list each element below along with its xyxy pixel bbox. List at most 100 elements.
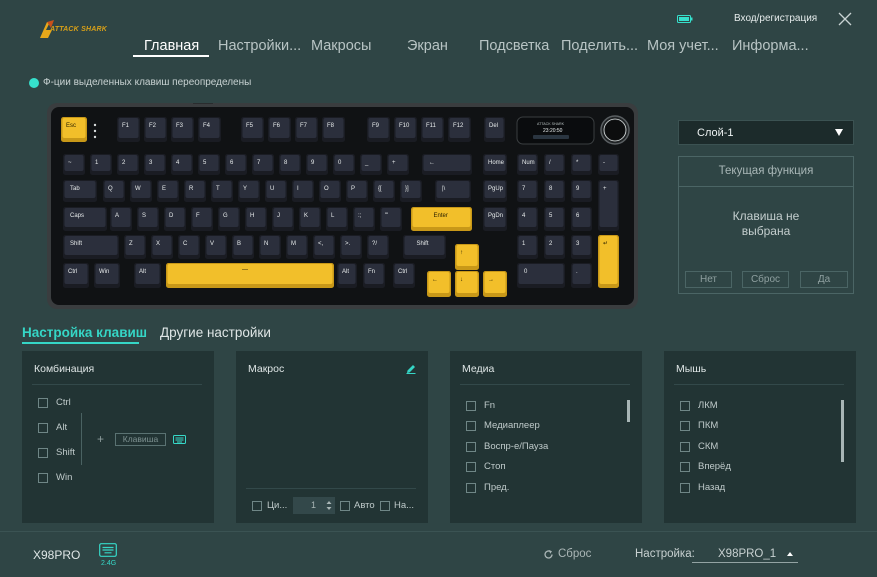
key-5-9[interactable]: → — [483, 271, 507, 297]
key-1-4[interactable]: 4 — [171, 154, 193, 175]
media-scrollbar[interactable] — [627, 400, 630, 422]
key-2-7[interactable]: U — [265, 180, 287, 202]
edit-icon[interactable] — [406, 364, 416, 374]
key-1-17[interactable]: * — [571, 154, 592, 175]
mouse-item-checkbox[interactable] — [680, 421, 690, 431]
key-5-0[interactable]: Ctrl — [63, 263, 89, 288]
key-2-9[interactable]: O — [319, 180, 341, 202]
nav-share[interactable]: Поделить... — [561, 38, 638, 54]
key-2-6[interactable]: Y — [238, 180, 260, 202]
login-button[interactable]: Вход/регистрация — [734, 13, 817, 24]
key-4-13[interactable]: 1 — [517, 235, 538, 259]
shift-checkbox[interactable] — [38, 448, 48, 458]
key-2-12[interactable]: }] — [400, 180, 422, 202]
preset-arrow-icon[interactable] — [787, 552, 793, 556]
key-2-18[interactable]: + — [598, 180, 619, 231]
key-1-13[interactable]: ← — [422, 154, 472, 175]
key-3-4[interactable]: F — [191, 207, 213, 231]
nav-account[interactable]: Моя учет... — [647, 38, 719, 54]
key-1-10[interactable]: 0 — [333, 154, 355, 175]
key-3-10[interactable]: :; — [353, 207, 375, 231]
key-4-6[interactable]: N — [259, 235, 281, 259]
mouse-item-checkbox[interactable] — [680, 442, 690, 452]
key-4-11[interactable]: Shift — [403, 235, 446, 259]
key-3-0[interactable]: Caps — [63, 207, 107, 231]
key-3-14[interactable]: 4 — [517, 207, 538, 231]
key-2-17[interactable]: 9 — [571, 180, 592, 202]
key-2-13[interactable]: |\ — [435, 180, 471, 202]
key-1-1[interactable]: 1 — [90, 154, 112, 175]
key-1-0[interactable]: ~ — [63, 154, 85, 175]
layer-select[interactable]: Слой-1 — [678, 120, 854, 145]
press-checkbox[interactable] — [380, 501, 390, 511]
key-1-6[interactable]: 6 — [225, 154, 247, 175]
key-0-6[interactable]: F6 — [268, 117, 291, 142]
key-1-15[interactable]: Num — [517, 154, 538, 175]
key-2-0[interactable]: Tab — [63, 180, 97, 202]
media-item-checkbox[interactable] — [466, 483, 476, 493]
key-5-11[interactable]: . — [571, 263, 592, 288]
key-2-3[interactable]: E — [157, 180, 179, 202]
key-5-5[interactable]: Fn — [363, 263, 385, 288]
ctrl-checkbox[interactable] — [38, 398, 48, 408]
key-5-3[interactable]: — — [166, 263, 334, 288]
cycle-checkbox[interactable] — [252, 501, 262, 511]
key-3-9[interactable]: L — [326, 207, 348, 231]
key-4-0[interactable]: Shift — [63, 235, 119, 259]
key-1-2[interactable]: 2 — [117, 154, 139, 175]
key-0-12[interactable]: F12 — [448, 117, 471, 142]
mouse-item-checkbox[interactable] — [680, 401, 690, 411]
key-4-5[interactable]: B — [232, 235, 254, 259]
mouse-item-checkbox[interactable] — [680, 462, 690, 472]
media-item-checkbox[interactable] — [466, 442, 476, 452]
key-0-13[interactable]: Del — [484, 117, 505, 142]
reset-function-button[interactable]: Сброс — [742, 271, 789, 288]
key-0-5[interactable]: F5 — [241, 117, 264, 142]
key-1-5[interactable]: 5 — [198, 154, 220, 175]
nav-screen[interactable]: Экран — [407, 38, 448, 54]
key-3-7[interactable]: J — [272, 207, 294, 231]
media-item-checkbox[interactable] — [466, 421, 476, 431]
key-5-10[interactable]: 0 — [517, 263, 565, 288]
key-5-6[interactable]: Ctrl — [393, 263, 415, 288]
key-0-2[interactable]: F2 — [144, 117, 167, 142]
key-3-5[interactable]: G — [218, 207, 240, 231]
tab-other-settings[interactable]: Другие настройки — [160, 325, 271, 340]
nav-lighting[interactable]: Подсветка — [479, 38, 549, 54]
keyboard-icon[interactable] — [173, 435, 186, 444]
key-4-14[interactable]: 2 — [544, 235, 565, 259]
key-0-3[interactable]: F3 — [171, 117, 194, 142]
key-2-11[interactable]: {[ — [373, 180, 395, 202]
key-3-6[interactable]: H — [245, 207, 267, 231]
key-3-2[interactable]: S — [137, 207, 159, 231]
key-5-1[interactable]: Win — [94, 263, 120, 288]
key-1-16[interactable]: / — [544, 154, 565, 175]
key-3-13[interactable]: PgDn — [483, 207, 507, 231]
mouse-item-checkbox[interactable] — [680, 483, 690, 493]
key-3-12[interactable]: Enter — [411, 207, 472, 231]
key-1-14[interactable]: Home — [483, 154, 507, 175]
key-0-11[interactable]: F11 — [421, 117, 444, 142]
key-3-1[interactable]: A — [110, 207, 132, 231]
key-0-7[interactable]: F7 — [295, 117, 318, 142]
key-2-10[interactable]: P — [346, 180, 368, 202]
key-4-2[interactable]: X — [151, 235, 173, 259]
key-3-15[interactable]: 5 — [544, 207, 565, 231]
key-4-1[interactable]: Z — [124, 235, 146, 259]
key-4-4[interactable]: V — [205, 235, 227, 259]
nav-macros[interactable]: Макросы — [311, 38, 371, 54]
media-item-checkbox[interactable] — [466, 401, 476, 411]
reset-icon[interactable] — [543, 549, 554, 560]
key-2-4[interactable]: R — [184, 180, 206, 202]
key-2-16[interactable]: 8 — [544, 180, 565, 202]
key-2-1[interactable]: Q — [103, 180, 125, 202]
key-5-2[interactable]: Alt — [134, 263, 161, 288]
win-checkbox[interactable] — [38, 473, 48, 483]
key-2-15[interactable]: 7 — [517, 180, 538, 202]
key-3-16[interactable]: 6 — [571, 207, 592, 231]
nav-settings[interactable]: Настройки... — [218, 38, 301, 54]
key-2-5[interactable]: T — [211, 180, 233, 202]
key-4-15[interactable]: 3 — [571, 235, 592, 259]
key-1-9[interactable]: 9 — [306, 154, 328, 175]
key-0-0[interactable]: Esc — [61, 117, 87, 142]
